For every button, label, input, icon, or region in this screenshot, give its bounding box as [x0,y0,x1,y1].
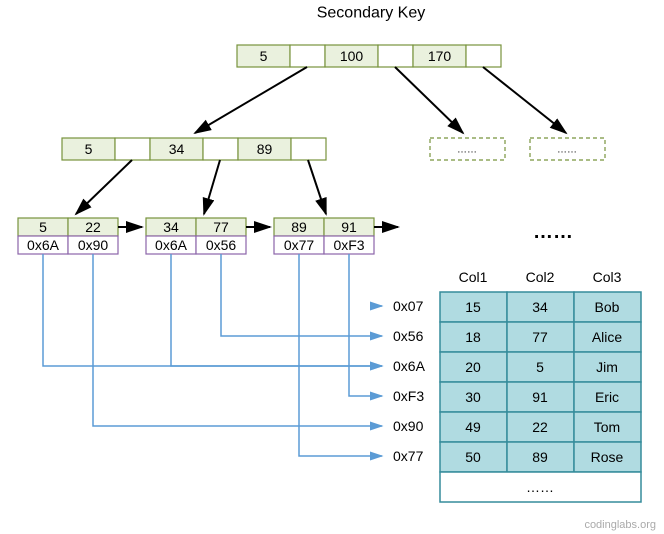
mid-key-1: 34 [169,141,185,157]
svg-text:Eric: Eric [595,389,619,405]
svg-text:30: 30 [465,389,481,405]
svg-text:22: 22 [532,419,548,435]
table-row: 49 22 Tom [440,412,641,442]
leaf2-p1: 0x56 [206,237,237,253]
addr-5: 0x77 [393,448,424,464]
empty-node-1: …… [430,138,505,160]
addr-3: 0xF3 [393,388,424,404]
svg-text:91: 91 [532,389,548,405]
leaf-1: 5 22 0x6A 0x90 [18,218,118,254]
table-row: 30 91 Eric [440,382,641,412]
watermark: codinglabs.org [584,519,656,531]
th-2: Col3 [593,269,622,285]
mid-key-0: 5 [85,141,93,157]
root-node: 5 100 170 [237,45,501,67]
leaf2-p0: 0x6A [155,237,188,253]
svg-text:50: 50 [465,449,481,465]
svg-text:89: 89 [532,449,548,465]
leaf2-k0: 34 [163,219,179,235]
svg-text:……: …… [457,145,477,156]
addr-4: 0x90 [393,418,424,434]
leaf3-p1: 0xF3 [333,237,364,253]
addr-1: 0x56 [393,328,424,344]
svg-text:20: 20 [465,359,481,375]
table-footer: …… [526,479,554,495]
root-key-0: 5 [260,48,268,64]
table-row: 18 77 Alice [440,322,641,352]
svg-text:Rose: Rose [591,449,624,465]
addr-2: 0x6A [393,358,426,374]
leaf3-k1: 91 [341,219,357,235]
leaf-3: 89 91 0x77 0xF3 [274,218,374,254]
empty-node-2: …… [530,138,605,160]
th-0: Col1 [459,269,488,285]
leaf3-k0: 89 [291,219,307,235]
leaf1-p1: 0x90 [78,237,109,253]
table-row: 15 34 Bob [440,292,641,322]
svg-text:34: 34 [532,299,548,315]
leaf1-p0: 0x6A [27,237,60,253]
addr-0: 0x07 [393,298,424,314]
svg-text:15: 15 [465,299,481,315]
svg-text:……: …… [557,145,577,156]
diagram-title: Secondary Key [317,5,426,22]
leaf1-k1: 22 [85,219,101,235]
data-table: Col1 Col2 Col3 1534Bob 1877Alice 205Jim … [440,269,641,502]
leaf-2: 34 77 0x6A 0x56 [146,218,246,254]
mid-node: 5 34 89 [62,138,326,160]
svg-text:5: 5 [536,359,544,375]
svg-text:Jim: Jim [596,359,618,375]
svg-text:77: 77 [532,329,548,345]
root-key-1: 100 [340,48,364,64]
leaf-ellipsis: …… [533,221,573,243]
th-1: Col2 [526,269,555,285]
svg-text:Bob: Bob [595,299,620,315]
leaf1-k0: 5 [39,219,47,235]
svg-text:49: 49 [465,419,481,435]
mid-key-2: 89 [257,141,273,157]
table-row: 50 89 Rose [440,442,641,472]
leaf3-p0: 0x77 [284,237,315,253]
root-key-2: 170 [428,48,452,64]
svg-text:Tom: Tom [594,419,620,435]
svg-text:Alice: Alice [592,329,623,345]
leaf2-k1: 77 [213,219,229,235]
svg-text:18: 18 [465,329,481,345]
table-row: 20 5 Jim [440,352,641,382]
